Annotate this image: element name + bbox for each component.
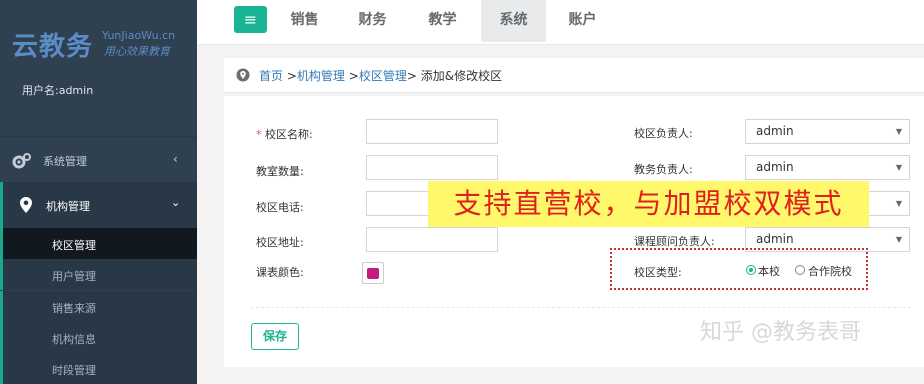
tab-teaching[interactable]: 教学 <box>415 0 470 42</box>
campus-address-label: 校区地址: <box>256 236 304 249</box>
color-swatch <box>367 268 379 279</box>
campus-type-own-radio[interactable] <box>746 265 756 275</box>
academic-head-value: admin <box>756 160 794 174</box>
caret-down-icon: ▼ <box>895 235 902 244</box>
sidebar-subitem-label: 时段管理 <box>52 364 96 377</box>
tab-account[interactable]: 账户 <box>555 0 610 42</box>
sidebar-subitem-label: 机构信息 <box>52 333 96 346</box>
breadcrumb-separator: > <box>406 69 417 83</box>
top-navbar: ≡ 销售 财务 教学 系统 账户 <box>197 0 924 45</box>
breadcrumb-home[interactable]: 首页 <box>259 69 283 83</box>
sidebar-subitem-time-slots[interactable]: 时段管理 <box>0 353 197 384</box>
breadcrumb-current: 添加&修改校区 <box>420 69 503 83</box>
campus-type-own-label: 本校 <box>758 265 780 278</box>
sidebar-subitem-label: 校区管理 <box>52 239 96 252</box>
form-divider <box>251 307 911 308</box>
logo-name-en: YunJiaoWu.cn <box>102 29 176 42</box>
campus-phone-label: 校区电话: <box>256 201 304 214</box>
map-marker-icon <box>19 196 33 217</box>
campus-head-label: 校区负责人: <box>634 127 693 140</box>
sidebar-subitem-org-info[interactable]: 机构信息 <box>0 322 197 353</box>
course-color-picker[interactable] <box>362 262 384 284</box>
campus-type-partner-label: 合作院校 <box>808 265 852 278</box>
breadcrumb-campus[interactable]: 校区管理 <box>359 69 407 83</box>
gears-icon <box>12 152 32 173</box>
campus-type-partner-radio[interactable] <box>795 265 805 275</box>
sidebar-subitem-label: 销售来源 <box>52 302 96 315</box>
campus-name-label-text: 校区名称: <box>265 128 313 141</box>
sidebar-divider <box>0 136 197 137</box>
sidebar-item-org-label: 机构管理 <box>46 200 90 213</box>
breadcrumb-bar: 首页 >机构管理 >校区管理> 添加&修改校区 <box>224 58 924 93</box>
classroom-count-label: 教室数量: <box>256 165 304 178</box>
tab-sales[interactable]: 销售 <box>277 0 332 42</box>
sidebar-item-system[interactable]: 系统管理 ‹ <box>0 143 197 179</box>
consultant-head-value: admin <box>756 232 794 246</box>
menu-toggle-button[interactable]: ≡ <box>234 6 267 33</box>
sidebar-subitem-label: 用户管理 <box>52 270 96 283</box>
location-pin-icon <box>236 68 250 85</box>
chevron-down-icon: ⌄ <box>171 196 181 209</box>
sidebar: 云教务 YunJiaoWu.cn 用心效果教育 用户名:admin 系统管理 ‹… <box>0 0 197 384</box>
chevron-left-icon: ‹ <box>173 152 178 166</box>
campus-head-value: admin <box>756 124 794 138</box>
logo-name-cn: 云教务 <box>12 32 94 62</box>
breadcrumb-separator: > <box>348 69 359 83</box>
breadcrumb: 首页 >机构管理 >校区管理> 添加&修改校区 <box>259 67 502 84</box>
sidebar-subitem-campus[interactable]: 校区管理 <box>0 228 197 259</box>
logo-slogan: 用心效果教育 <box>104 45 170 58</box>
classroom-count-input[interactable] <box>366 155 498 180</box>
academic-head-label: 教务负责人: <box>634 163 693 176</box>
academic-head-select[interactable]: admin ▼ <box>745 155 910 180</box>
username-label: 用户名:admin <box>22 84 94 97</box>
campus-head-select[interactable]: admin ▼ <box>745 119 910 144</box>
campus-name-label: * 校区名称: <box>256 126 313 142</box>
tab-finance[interactable]: 财务 <box>345 0 400 42</box>
course-color-label: 课表颜色: <box>256 266 304 279</box>
caret-down-icon: ▼ <box>895 199 902 208</box>
campus-address-input[interactable] <box>366 227 498 252</box>
sidebar-item-system-label: 系统管理 <box>43 155 87 168</box>
save-button[interactable]: 保存 <box>251 323 299 350</box>
tab-system[interactable]: 系统 <box>481 0 546 42</box>
sidebar-subitem-sales-source[interactable]: 销售来源 <box>0 291 197 322</box>
sidebar-item-org[interactable]: 机构管理 ⌄ <box>0 182 197 228</box>
logo: 云教务 YunJiaoWu.cn 用心效果教育 <box>12 26 175 63</box>
watermark: 知乎 @教务表哥 <box>700 320 861 345</box>
campus-type-label: 校区类型: <box>634 266 682 279</box>
sidebar-subitem-users[interactable]: 用户管理 <box>0 259 197 290</box>
caret-down-icon: ▼ <box>895 127 902 136</box>
breadcrumb-separator: > <box>286 69 297 83</box>
required-mark: * <box>256 128 262 141</box>
caret-down-icon: ▼ <box>895 163 902 172</box>
consultant-head-label: 课程顾问负责人: <box>634 235 715 248</box>
promo-banner: 支持直营校，与加盟校双模式 <box>428 181 869 227</box>
campus-name-input[interactable] <box>366 119 498 144</box>
breadcrumb-org[interactable]: 机构管理 <box>297 69 345 83</box>
